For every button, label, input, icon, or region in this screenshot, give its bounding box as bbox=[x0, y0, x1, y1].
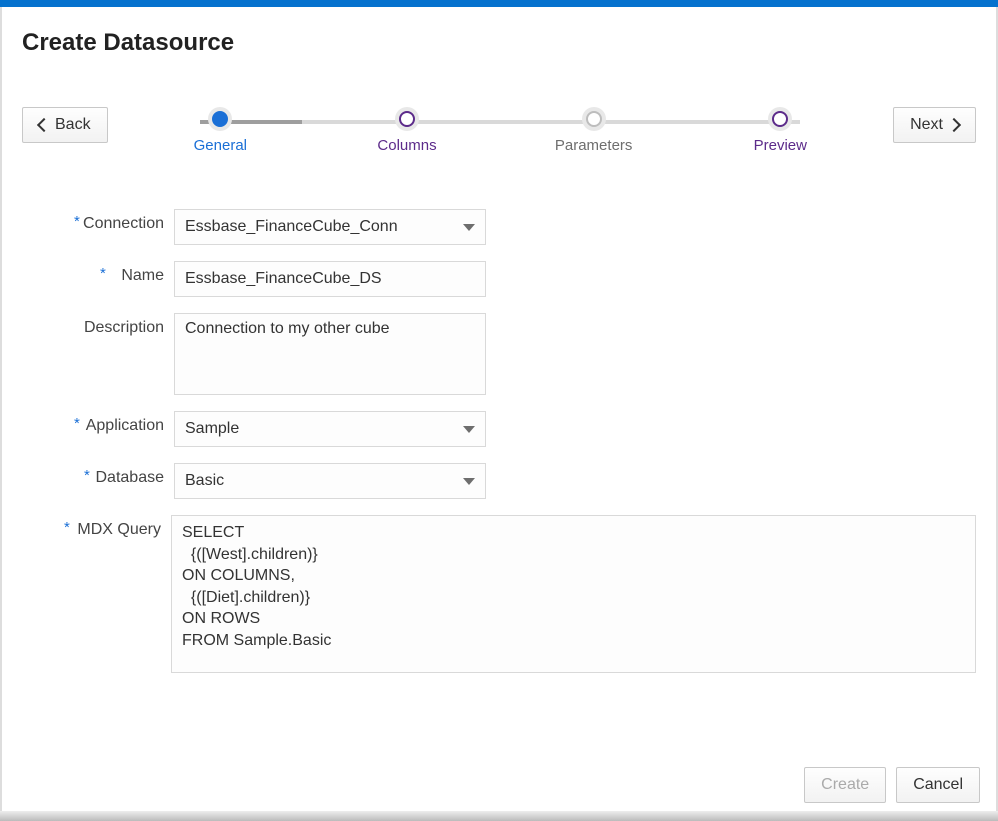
mdx-query-textarea[interactable]: SELECT {([West].children)} ON COLUMNS, {… bbox=[171, 515, 976, 673]
left-border bbox=[0, 7, 2, 811]
database-value: Basic bbox=[185, 472, 224, 490]
name-value: Essbase_FinanceCube_DS bbox=[185, 270, 382, 288]
step-columns[interactable]: Columns bbox=[367, 111, 447, 154]
wizard-stepper: General Columns Parameters Preview bbox=[108, 111, 894, 154]
stepper-track bbox=[200, 120, 800, 124]
mdx-label: MDX Query bbox=[22, 515, 171, 539]
step-dot-icon bbox=[399, 111, 415, 127]
form-general: Connection Essbase_FinanceCube_Conn Name… bbox=[22, 209, 976, 673]
back-button[interactable]: Back bbox=[22, 107, 108, 143]
step-general[interactable]: General bbox=[180, 111, 260, 154]
step-label: Preview bbox=[754, 137, 807, 154]
connection-value: Essbase_FinanceCube_Conn bbox=[185, 218, 398, 236]
name-label: Name bbox=[22, 261, 174, 285]
create-button[interactable]: Create bbox=[804, 767, 886, 803]
step-label: Parameters bbox=[555, 137, 633, 154]
connection-label: Connection bbox=[22, 209, 174, 233]
chevron-down-icon bbox=[463, 478, 475, 485]
description-textarea[interactable]: Connection to my other cube bbox=[174, 313, 486, 395]
step-dot-icon bbox=[212, 111, 228, 127]
step-dot-icon bbox=[586, 111, 602, 127]
step-label: Columns bbox=[377, 137, 436, 154]
application-value: Sample bbox=[185, 420, 239, 438]
connection-select[interactable]: Essbase_FinanceCube_Conn bbox=[174, 209, 486, 245]
application-select[interactable]: Sample bbox=[174, 411, 486, 447]
step-label: General bbox=[194, 137, 247, 154]
description-label: Description bbox=[22, 313, 174, 337]
create-button-label: Create bbox=[821, 776, 869, 794]
application-label: Application bbox=[22, 411, 174, 435]
database-label: Database bbox=[22, 463, 174, 487]
chevron-left-icon bbox=[37, 118, 51, 132]
page-title: Create Datasource bbox=[22, 29, 976, 57]
step-preview[interactable]: Preview bbox=[740, 111, 820, 154]
chevron-down-icon bbox=[463, 224, 475, 231]
cancel-button[interactable]: Cancel bbox=[896, 767, 980, 803]
chevron-right-icon bbox=[947, 118, 961, 132]
cancel-button-label: Cancel bbox=[913, 776, 963, 794]
description-value: Connection to my other cube bbox=[185, 320, 390, 337]
step-dot-icon bbox=[772, 111, 788, 127]
step-parameters[interactable]: Parameters bbox=[554, 111, 634, 154]
mdx-value: SELECT {([West].children)} ON COLUMNS, {… bbox=[182, 524, 331, 649]
bottom-border bbox=[0, 811, 998, 821]
name-input[interactable]: Essbase_FinanceCube_DS bbox=[174, 261, 486, 297]
chevron-down-icon bbox=[463, 426, 475, 433]
window-top-accent bbox=[0, 0, 998, 7]
next-button[interactable]: Next bbox=[893, 107, 976, 143]
next-button-label: Next bbox=[910, 116, 943, 134]
back-button-label: Back bbox=[55, 116, 91, 134]
database-select[interactable]: Basic bbox=[174, 463, 486, 499]
